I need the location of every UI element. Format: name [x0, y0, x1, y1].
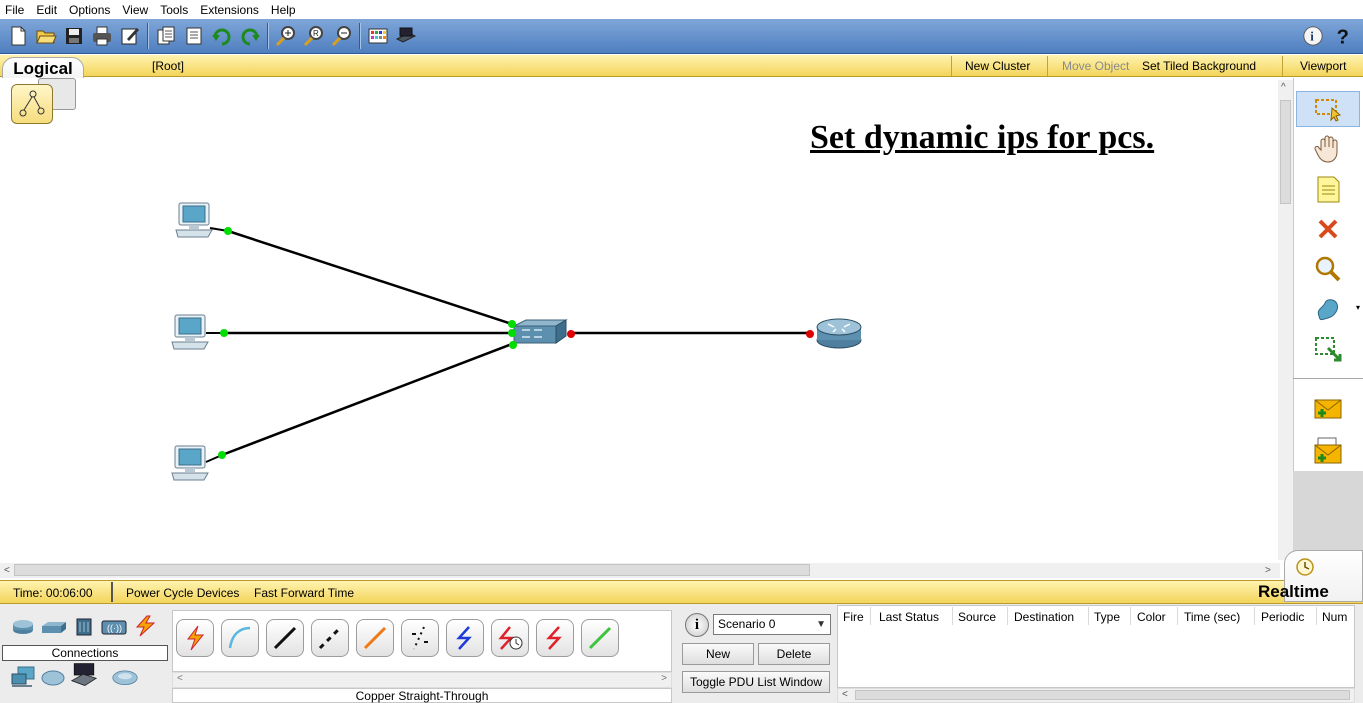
hand-move-tool-icon[interactable]	[1296, 131, 1360, 167]
column-separator	[870, 607, 871, 625]
column-separator	[1254, 607, 1255, 625]
help-question-icon[interactable]: ?	[1331, 23, 1357, 49]
fiber-cable-icon[interactable]	[356, 619, 394, 657]
column-separator	[1007, 607, 1008, 625]
serial-dte-icon[interactable]	[536, 619, 574, 657]
horizontal-scroll-thumb[interactable]	[14, 564, 810, 576]
svg-text:((·)): ((·))	[107, 623, 122, 633]
clock-icon	[1296, 558, 1314, 576]
link-up-indicator	[220, 329, 228, 337]
scroll-left-arrow-icon[interactable]: <	[4, 565, 10, 576]
switches-category-icon[interactable]	[41, 616, 67, 638]
hubs-category-icon[interactable]	[71, 616, 97, 638]
realtime-mode-label: Realtime	[1258, 582, 1329, 601]
link-up-indicator	[508, 329, 516, 337]
add-simple-pdu-icon[interactable]	[1296, 390, 1360, 426]
realtime-bar-separator	[111, 582, 113, 602]
copper-straight-through-icon[interactable]	[266, 619, 304, 657]
toggle-pdu-list-button[interactable]: Toggle PDU List Window	[682, 671, 830, 693]
switch-device[interactable]	[513, 319, 568, 344]
chevron-down-icon: ▼	[816, 619, 826, 630]
column-separator	[952, 607, 953, 625]
inspect-tool-icon[interactable]	[1296, 251, 1360, 287]
link-up-indicator	[508, 320, 516, 328]
delete-scenario-button[interactable]: Delete	[758, 643, 830, 665]
router-device[interactable]	[816, 318, 862, 349]
simulation-time: Time: 00:06:00	[13, 586, 93, 600]
scroll-left-arrow-icon[interactable]: <	[842, 689, 848, 700]
routers-category-icon[interactable]	[10, 616, 36, 638]
resize-shape-tool-icon[interactable]	[1296, 331, 1360, 367]
column-separator	[1088, 607, 1089, 625]
scroll-right-arrow-icon[interactable]: >	[661, 673, 667, 684]
column-separator	[1130, 607, 1131, 625]
pdu-column-type[interactable]: Type	[1094, 610, 1120, 624]
selected-connection-label: Copper Straight-Through	[172, 688, 672, 703]
pdu-column-num[interactable]: Num	[1322, 610, 1347, 624]
packet-tracer-window: File Edit Options View Tools Extensions …	[0, 0, 1363, 703]
svg-text:i: i	[1310, 30, 1314, 44]
new-scenario-button[interactable]: New	[682, 643, 754, 665]
link-up-indicator	[218, 451, 226, 459]
connections-category-icon[interactable]	[131, 615, 157, 637]
draw-shape-tool-icon[interactable]: ▾	[1296, 291, 1360, 327]
link-pc1-switch[interactable]	[227, 229, 513, 326]
connection-list-scrollbar[interactable]: < >	[172, 672, 672, 688]
pdu-column-source[interactable]: Source	[958, 610, 996, 624]
copper-cross-over-icon[interactable]	[311, 619, 349, 657]
pc-device-1[interactable]	[175, 202, 229, 238]
phone-cable-icon[interactable]	[401, 619, 439, 657]
link-pc3-switch[interactable]	[221, 342, 513, 457]
add-complex-pdu-icon[interactable]	[1296, 433, 1360, 469]
octal-cable-icon[interactable]	[581, 619, 619, 657]
vertical-scroll-thumb[interactable]	[1280, 100, 1291, 204]
link-down-indicator	[806, 330, 814, 338]
pdu-column-fire[interactable]: Fire	[843, 610, 864, 624]
pdu-scroll-thumb[interactable]	[855, 690, 1350, 700]
serial-dce-icon[interactable]	[491, 619, 529, 657]
pdu-column-last-status[interactable]: Last Status	[879, 610, 939, 624]
pdu-column-periodic[interactable]: Periodic	[1261, 610, 1304, 624]
pc-device-3[interactable]	[171, 445, 223, 481]
console-cable-icon[interactable]	[221, 619, 259, 657]
scenario-info-icon[interactable]: i	[685, 613, 709, 637]
power-cycle-devices-button[interactable]: Power Cycle Devices	[126, 586, 239, 600]
pdu-column-color[interactable]: Color	[1137, 610, 1166, 624]
wireless-category-icon[interactable]: ((·))	[101, 616, 127, 638]
pdu-column-destination[interactable]: Destination	[1014, 610, 1074, 624]
info-icon[interactable]: i	[1300, 23, 1326, 49]
link-up-indicator	[509, 341, 517, 349]
logical-bar-separator	[1282, 56, 1283, 76]
column-separator	[1177, 607, 1178, 625]
coaxial-cable-icon[interactable]	[446, 619, 484, 657]
scenario-select[interactable]: Scenario 0 ▼	[713, 614, 831, 635]
multiuser-category-icon[interactable]	[112, 666, 138, 688]
device-category-label: Connections	[2, 645, 168, 661]
select-tool-icon[interactable]	[1296, 91, 1360, 127]
custom-devices-category-icon[interactable]	[71, 663, 97, 687]
column-separator	[1316, 607, 1317, 625]
scroll-up-arrow-icon[interactable]: ^	[1281, 82, 1286, 93]
fast-forward-time-button[interactable]: Fast Forward Time	[254, 586, 354, 600]
viewport-button[interactable]: Viewport	[1290, 56, 1356, 76]
scroll-right-arrow-icon[interactable]: >	[1265, 565, 1271, 576]
link-up-indicator	[224, 227, 232, 235]
scroll-left-arrow-icon[interactable]: <	[177, 673, 183, 684]
network-topology	[171, 202, 862, 481]
delete-tool-icon[interactable]	[1296, 211, 1360, 247]
pc-device-2[interactable]	[171, 314, 224, 350]
place-note-tool-icon[interactable]	[1296, 171, 1360, 207]
wan-emulation-category-icon[interactable]	[40, 666, 66, 688]
svg-text:?: ?	[1337, 26, 1349, 47]
tools-divider	[1293, 378, 1363, 379]
pdu-column-time[interactable]: Time (sec)	[1184, 610, 1240, 624]
scenario-select-value: Scenario 0	[718, 617, 776, 631]
end-devices-category-icon[interactable]	[10, 666, 36, 688]
automatic-connection-icon[interactable]	[176, 619, 214, 657]
link-down-indicator	[567, 330, 575, 338]
